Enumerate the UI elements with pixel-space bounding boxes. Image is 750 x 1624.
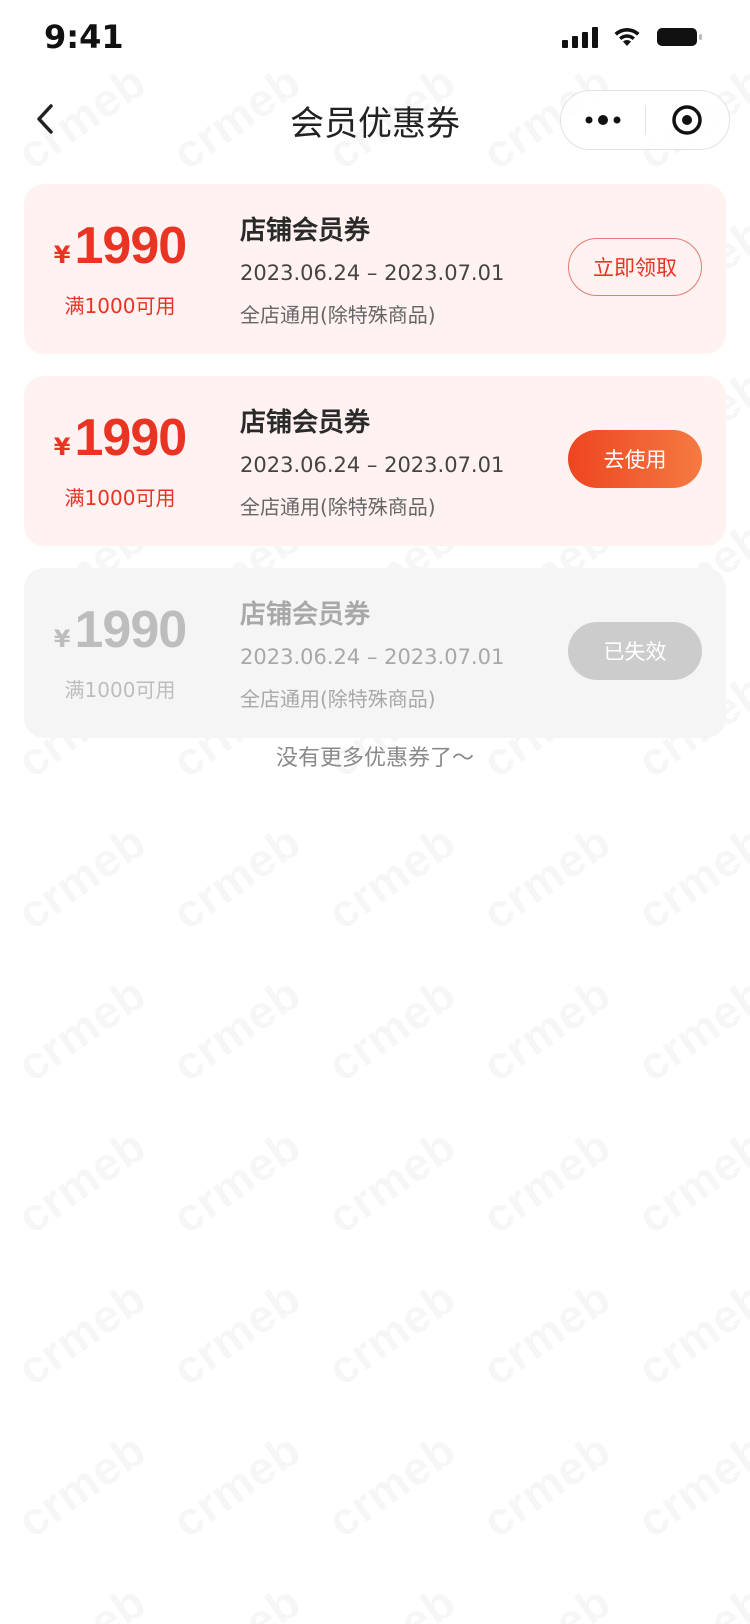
watermark-text: crmeb <box>317 1270 465 1396</box>
miniprogram-capsule <box>560 90 730 150</box>
coupon-card-expired: ¥ 1990 满1000可用 店铺会员券 2023.06.24 – 2023.0… <box>24 568 726 738</box>
coupon-card: ¥ 1990 满1000可用 店铺会员券 2023.06.24 – 2023.0… <box>24 184 726 354</box>
coupon-date-range: 2023.06.24 – 2023.07.01 <box>240 261 505 285</box>
coupon-scope: 全店通用(除特殊商品) <box>240 687 436 711</box>
watermark-text: crmeb <box>162 1270 310 1396</box>
coupon-info: 店铺会员券 2023.06.24 – 2023.07.01 全店通用(除特殊商品… <box>240 210 504 328</box>
watermark-text: crmeb <box>472 1422 620 1548</box>
target-circle-icon <box>672 105 702 135</box>
watermark-text: crmeb <box>472 1270 620 1396</box>
watermark-text: crmeb <box>472 814 620 940</box>
watermark-text: crmeb <box>627 1422 750 1548</box>
coupon-price: ¥ 1990 <box>24 218 216 274</box>
use-coupon-button[interactable]: 去使用 <box>568 430 702 488</box>
watermark-text: crmeb <box>162 1422 310 1548</box>
expired-status-button: 已失效 <box>568 622 702 680</box>
coupon-threshold: 满1000可用 <box>64 294 176 318</box>
coupon-amount-block: ¥ 1990 满1000可用 <box>24 602 216 703</box>
watermark-text: crmeb <box>162 814 310 940</box>
watermark-text: crmeb <box>162 1574 310 1624</box>
watermark-text: crmeb <box>7 1270 155 1396</box>
wifi-icon <box>612 26 642 48</box>
coupon-amount: 1990 <box>74 217 188 275</box>
coupon-amount: 1990 <box>74 601 188 659</box>
coupon-amount: 1990 <box>74 409 188 467</box>
coupon-scope: 全店通用(除特殊商品) <box>240 303 436 327</box>
coupon-date-range: 2023.06.24 – 2023.07.01 <box>240 453 505 477</box>
coupon-info: 店铺会员券 2023.06.24 – 2023.07.01 全店通用(除特殊商品… <box>240 594 504 712</box>
watermark-text: crmeb <box>7 1118 155 1244</box>
watermark-text: crmeb <box>162 1118 310 1244</box>
currency-symbol: ¥ <box>53 433 71 461</box>
watermark-text: crmeb <box>317 1118 465 1244</box>
coupon-info: 店铺会员券 2023.06.24 – 2023.07.01 全店通用(除特殊商品… <box>240 402 504 520</box>
coupon-threshold: 满1000可用 <box>64 678 176 702</box>
coupon-name: 店铺会员券 <box>240 216 371 246</box>
watermark-text: crmeb <box>317 814 465 940</box>
coupon-name: 店铺会员券 <box>240 600 371 630</box>
battery-icon <box>656 26 704 48</box>
watermark-text: crmeb <box>7 1574 155 1624</box>
watermark-text: crmeb <box>7 966 155 1092</box>
status-time: 9:41 <box>44 18 124 56</box>
signal-icon <box>562 26 598 48</box>
watermark-text: crmeb <box>317 1422 465 1548</box>
coupon-amount-block: ¥ 1990 满1000可用 <box>24 410 216 511</box>
more-button[interactable] <box>561 91 645 149</box>
watermark-text: crmeb <box>627 1270 750 1396</box>
more-dots-icon <box>585 115 621 125</box>
watermark-text: crmeb <box>627 1574 750 1624</box>
coupon-amount-block: ¥ 1990 满1000可用 <box>24 218 216 319</box>
coupon-name: 店铺会员券 <box>240 408 371 438</box>
nav-bar: 会员优惠券 <box>0 80 750 160</box>
coupon-list: ¥ 1990 满1000可用 店铺会员券 2023.06.24 – 2023.0… <box>24 184 726 760</box>
watermark-text: crmeb <box>7 814 155 940</box>
coupon-threshold: 满1000可用 <box>64 486 176 510</box>
watermark-text: crmeb <box>472 966 620 1092</box>
close-miniprogram-button[interactable] <box>646 91 730 149</box>
currency-symbol: ¥ <box>53 241 71 269</box>
coupon-price: ¥ 1990 <box>24 602 216 658</box>
watermark-text: crmeb <box>627 966 750 1092</box>
watermark-text: crmeb <box>627 814 750 940</box>
coupon-card: ¥ 1990 满1000可用 店铺会员券 2023.06.24 – 2023.0… <box>24 376 726 546</box>
watermark-text: crmeb <box>472 1118 620 1244</box>
coupon-date-range: 2023.06.24 – 2023.07.01 <box>240 645 505 669</box>
currency-symbol: ¥ <box>53 625 71 653</box>
watermark-text: crmeb <box>317 1574 465 1624</box>
status-bar: 9:41 <box>0 0 750 80</box>
coupon-price: ¥ 1990 <box>24 410 216 466</box>
watermark-text: crmeb <box>472 1574 620 1624</box>
watermark-text: crmeb <box>627 1118 750 1244</box>
claim-coupon-button[interactable]: 立即领取 <box>568 238 702 296</box>
watermark-text: crmeb <box>7 1422 155 1548</box>
watermark-text: crmeb <box>317 966 465 1092</box>
watermark-text: crmeb <box>162 966 310 1092</box>
no-more-text: 没有更多优惠券了～ <box>275 746 474 771</box>
coupon-scope: 全店通用(除特殊商品) <box>240 495 436 519</box>
status-icons <box>562 26 704 48</box>
